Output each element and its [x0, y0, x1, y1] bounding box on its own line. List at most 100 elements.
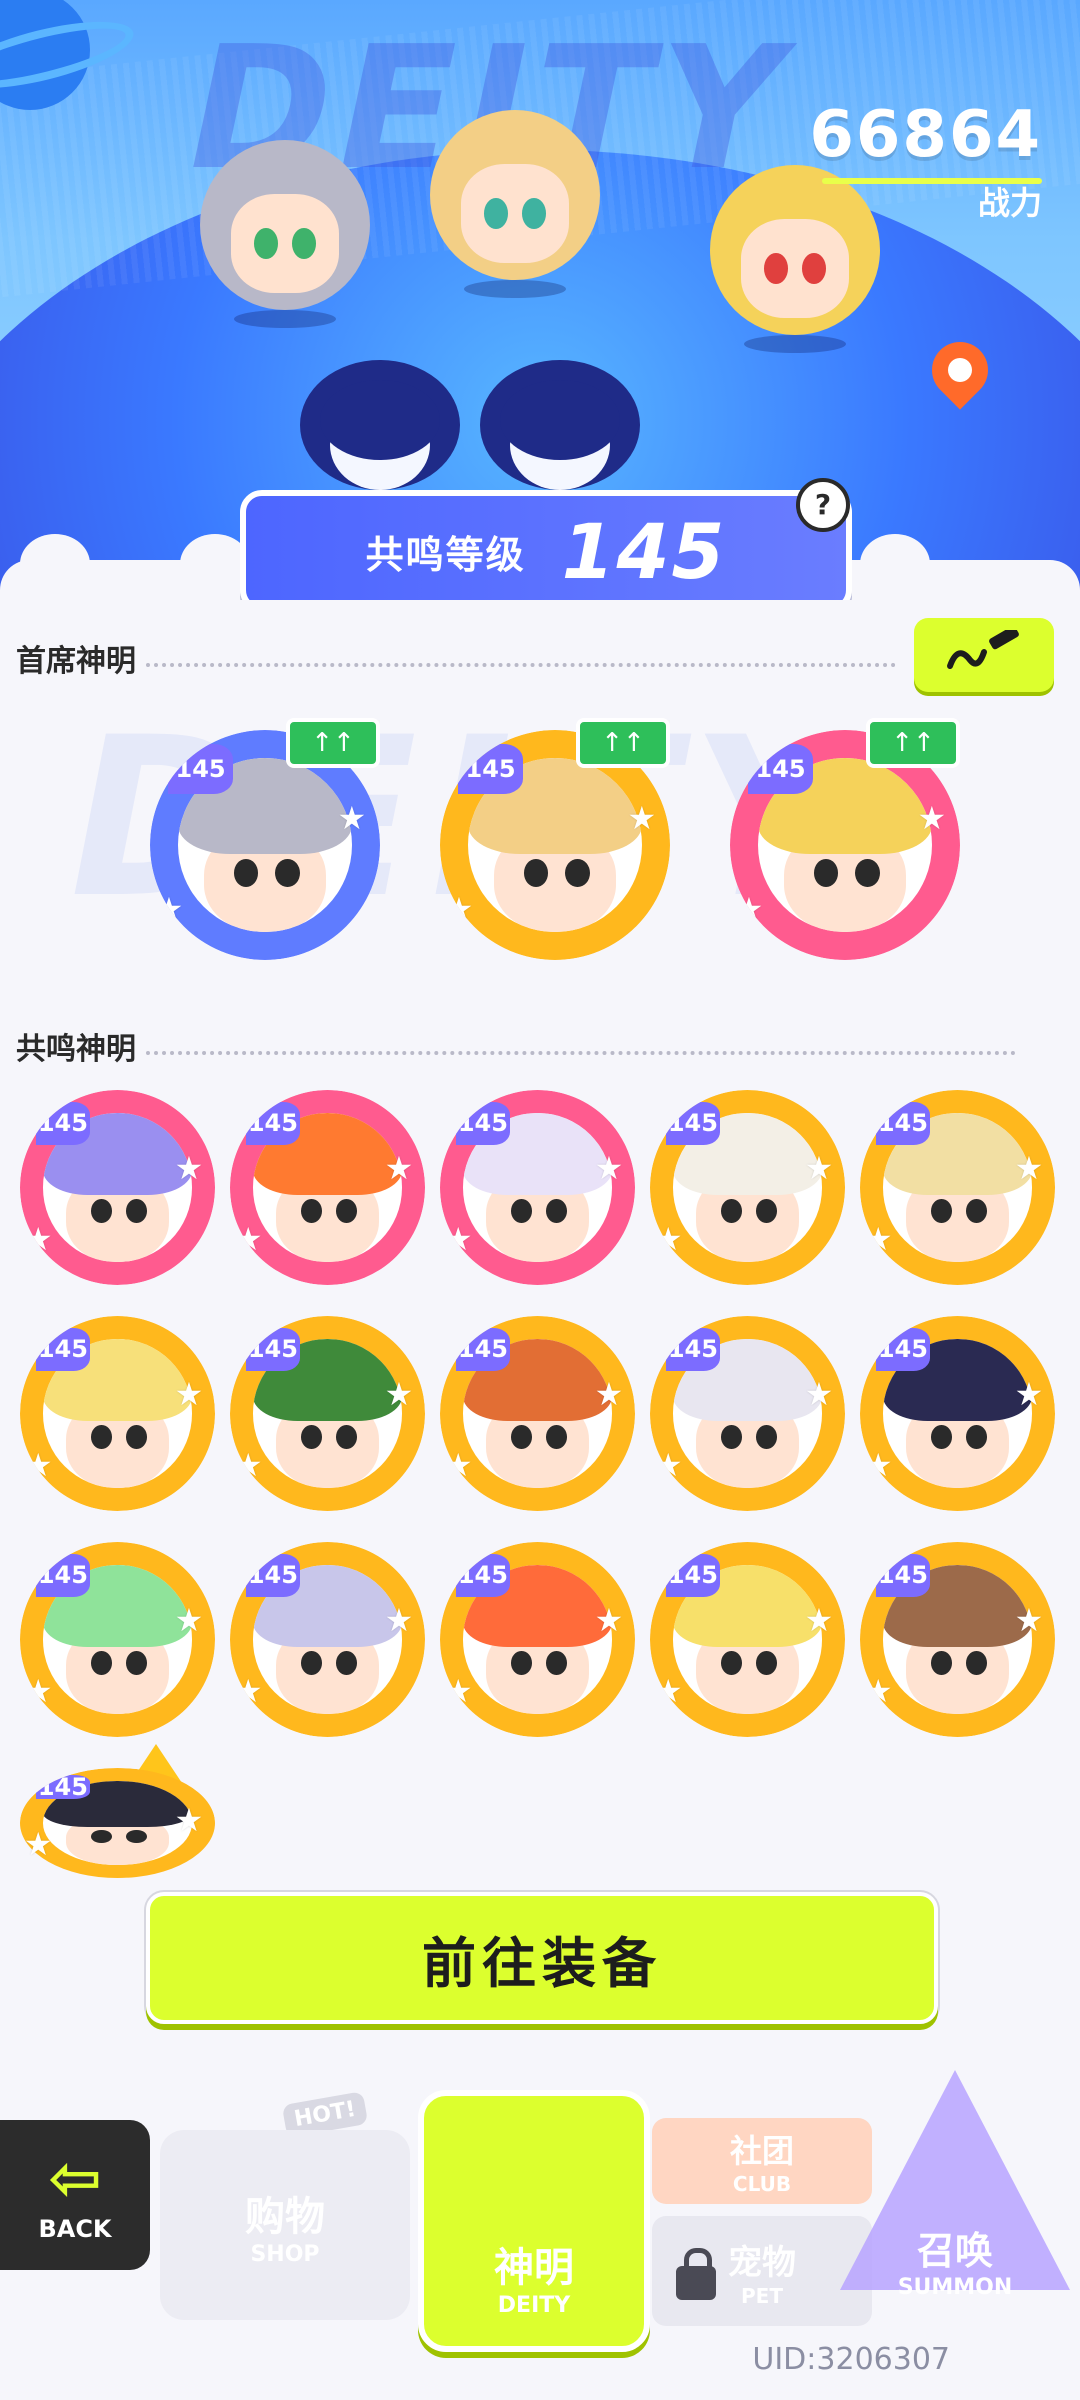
star-icon: ★	[1014, 1148, 1044, 1187]
club-button[interactable]: 社团 CLUB	[652, 2118, 872, 2204]
star-icon: ★	[174, 1374, 204, 1413]
star-icon: ★	[174, 1801, 204, 1839]
deity-level-badge: 145	[35, 1327, 91, 1371]
star-icon: ★	[337, 799, 367, 837]
resonance-deity-badge-3[interactable]: 145 ★ ★	[440, 1090, 635, 1285]
resonance-deity-badge-8[interactable]: 145 ★ ★	[440, 1316, 635, 1511]
chibi-character-1[interactable]	[200, 140, 370, 328]
resonance-deity-badge-10[interactable]: 145 ★ ★	[860, 1316, 1055, 1511]
resonance-level-banner: 共鸣等级 145	[240, 490, 852, 600]
chief-deity-header: 首席神明	[16, 636, 896, 680]
resonance-deity-badge-11[interactable]: 145 ★ ★	[20, 1542, 215, 1737]
star-icon: ★	[653, 1219, 683, 1258]
resonance-deity-badge-9[interactable]: 145 ★ ★	[650, 1316, 845, 1511]
star-icon: ★	[1014, 1374, 1044, 1413]
deity-level-badge: 145	[245, 1327, 301, 1371]
chief-deity-label: 首席神明	[16, 644, 136, 679]
deity-level-badge: 145	[455, 1101, 511, 1145]
star-icon: ★	[23, 1671, 53, 1710]
shop-label-en: SHOP	[250, 2241, 320, 2267]
deity-level-badge: 145	[748, 743, 813, 795]
star-icon: ★	[863, 1671, 893, 1710]
star-icon: ★	[627, 799, 657, 837]
shop-button[interactable]: 购物 SHOP	[160, 2130, 410, 2320]
star-icon: ★	[594, 1148, 624, 1187]
club-label-en: CLUB	[732, 2172, 792, 2196]
resonance-deity-badge-14[interactable]: 145 ★ ★	[650, 1542, 845, 1737]
go-equip-label: 前往装备	[422, 1931, 662, 1995]
resonance-deity-badge-4[interactable]: 145 ★ ★	[650, 1090, 845, 1285]
pet-label: 宠物	[728, 2242, 796, 2283]
planet-eye-right	[480, 360, 640, 490]
help-icon[interactable]: ?	[796, 478, 850, 532]
resonance-deity-badge-6[interactable]: 145 ★ ★	[20, 1316, 215, 1511]
deity-tab-label: 神明	[494, 2244, 574, 2291]
back-button[interactable]: ⇦ BACK	[0, 2120, 150, 2270]
deity-level-badge: 145	[875, 1327, 931, 1371]
star-icon: ★	[653, 1671, 683, 1710]
resonance-deity-label: 共鸣神明	[16, 1032, 136, 1067]
shop-label: 购物	[245, 2193, 325, 2240]
planet-eye-left	[300, 360, 460, 490]
deity-level-badge: 145	[665, 1101, 721, 1145]
resonance-level-label: 共鸣等级	[365, 532, 526, 577]
star-icon: ★	[917, 799, 947, 837]
user-id: UID:3206307	[752, 2342, 950, 2377]
star-icon: ★	[233, 1671, 263, 1710]
edit-team-button[interactable]	[914, 618, 1054, 692]
star-icon: ★	[444, 889, 474, 928]
star-icon: ★	[443, 1445, 473, 1484]
star-icon: ★	[653, 1445, 683, 1484]
pet-label-en: PET	[741, 2283, 783, 2308]
star-icon: ★	[594, 1600, 624, 1639]
deity-level-badge: 145	[35, 1773, 91, 1801]
star-icon: ★	[804, 1148, 834, 1187]
star-icon: ★	[174, 1148, 204, 1187]
upgrade-arrow-icon[interactable]: ↑↑	[866, 718, 960, 768]
star-icon: ★	[233, 1219, 263, 1258]
resonance-deity-badge-15[interactable]: 145 ★ ★	[860, 1542, 1055, 1737]
star-icon: ★	[443, 1671, 473, 1710]
header-banner: DEITY 66864 战力 共鸣等级 145 ?	[0, 0, 1080, 600]
star-icon: ★	[154, 889, 184, 928]
deity-level-badge: 145	[875, 1101, 931, 1145]
resonance-deity-badge-12[interactable]: 145 ★ ★	[230, 1542, 425, 1737]
club-label: 社团	[729, 2132, 794, 2170]
power-display: 66864 战力	[809, 98, 1042, 224]
star-icon: ★	[384, 1374, 414, 1413]
resonance-deity-badge-1[interactable]: 145 ★ ★	[20, 1090, 215, 1285]
resonance-deity-badge-7[interactable]: 145 ★ ★	[230, 1316, 425, 1511]
deity-level-badge: 145	[875, 1553, 931, 1597]
upgrade-arrow-icon[interactable]: ↑↑	[576, 718, 670, 768]
star-icon: ★	[594, 1374, 624, 1413]
star-icon: ★	[443, 1219, 473, 1258]
deity-level-badge: 145	[35, 1101, 91, 1145]
deity-level-badge: 145	[168, 743, 233, 795]
star-icon: ★	[804, 1374, 834, 1413]
deity-level-badge: 145	[665, 1327, 721, 1371]
star-icon: ★	[23, 1824, 53, 1863]
deity-tab-label-en: DEITY	[497, 2292, 571, 2318]
star-icon: ★	[804, 1600, 834, 1639]
deity-level-badge: 145	[455, 1553, 511, 1597]
star-icon: ★	[1014, 1600, 1044, 1639]
resonance-deity-badge-13[interactable]: 145 ★ ★	[440, 1542, 635, 1737]
deity-level-badge: 145	[665, 1553, 721, 1597]
summon-button[interactable]: 召唤 SUMMON	[840, 2070, 1070, 2330]
upgrade-arrow-icon[interactable]: ↑↑	[286, 718, 380, 768]
deity-level-badge: 145	[35, 1553, 91, 1597]
chibi-character-2[interactable]	[430, 110, 600, 298]
power-label: 战力	[977, 184, 1042, 222]
star-icon: ★	[174, 1600, 204, 1639]
resonance-level-value: 145	[561, 506, 727, 596]
summon-label-en: SUMMON	[897, 2275, 1013, 2300]
resonance-deity-badge-5[interactable]: 145 ★ ★	[860, 1090, 1055, 1285]
resonance-deity-badge-16[interactable]: 145 ★ ★	[20, 1768, 215, 1878]
pencil-icon	[947, 630, 1019, 669]
resonance-deity-badge-2[interactable]: 145 ★ ★	[230, 1090, 425, 1285]
star-icon: ★	[23, 1445, 53, 1484]
star-icon: ★	[384, 1600, 414, 1639]
go-equip-button[interactable]: 前往装备	[146, 1892, 938, 2024]
back-arrow-icon: ⇦	[48, 2142, 102, 2216]
deity-tab-button[interactable]: 神明 DEITY	[418, 2090, 650, 2352]
